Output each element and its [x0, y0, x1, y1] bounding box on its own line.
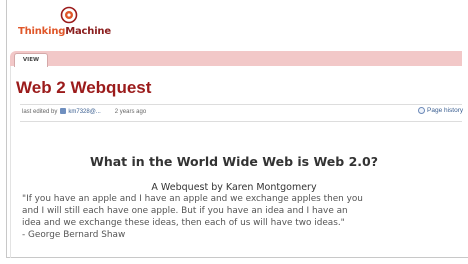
logo-text: ThinkingMachine [18, 26, 111, 37]
meta-divider-top [20, 104, 462, 105]
quote-line: idea and we exchange these ideas, then e… [22, 218, 345, 228]
quote-attribution: - George Bernard Shaw [22, 230, 126, 240]
quote-line: "If you have an apple and I have an appl… [22, 194, 363, 204]
meta-prefix: last edited by [22, 109, 58, 116]
user-icon [60, 108, 67, 114]
quote-line: and I will still each have one apple. Bu… [22, 206, 348, 216]
page-history-link[interactable]: Page history [418, 107, 463, 114]
content-heading: What in the World Wide Web is Web 2.0? [90, 154, 378, 169]
page-meta: last edited by km7328@... 2 years ago [22, 108, 146, 115]
gear-logo-icon [60, 6, 78, 24]
quote-block: "If you have an apple and I have an appl… [22, 193, 468, 241]
editor-link[interactable]: km7328@... [68, 109, 100, 115]
page-history-label: Page history [427, 107, 464, 115]
site-logo[interactable]: ThinkingMachine [18, 6, 138, 46]
page-history-icon [418, 107, 425, 114]
tab-view[interactable]: VIEW [14, 53, 48, 67]
meta-divider-bottom [20, 121, 462, 122]
tab-bar: VIEW [10, 51, 462, 67]
page-title: Web 2 Webquest [16, 78, 152, 97]
edit-time: 2 years ago [114, 109, 147, 116]
content-subheading: A Webquest by Karen Montgomery [151, 182, 317, 193]
